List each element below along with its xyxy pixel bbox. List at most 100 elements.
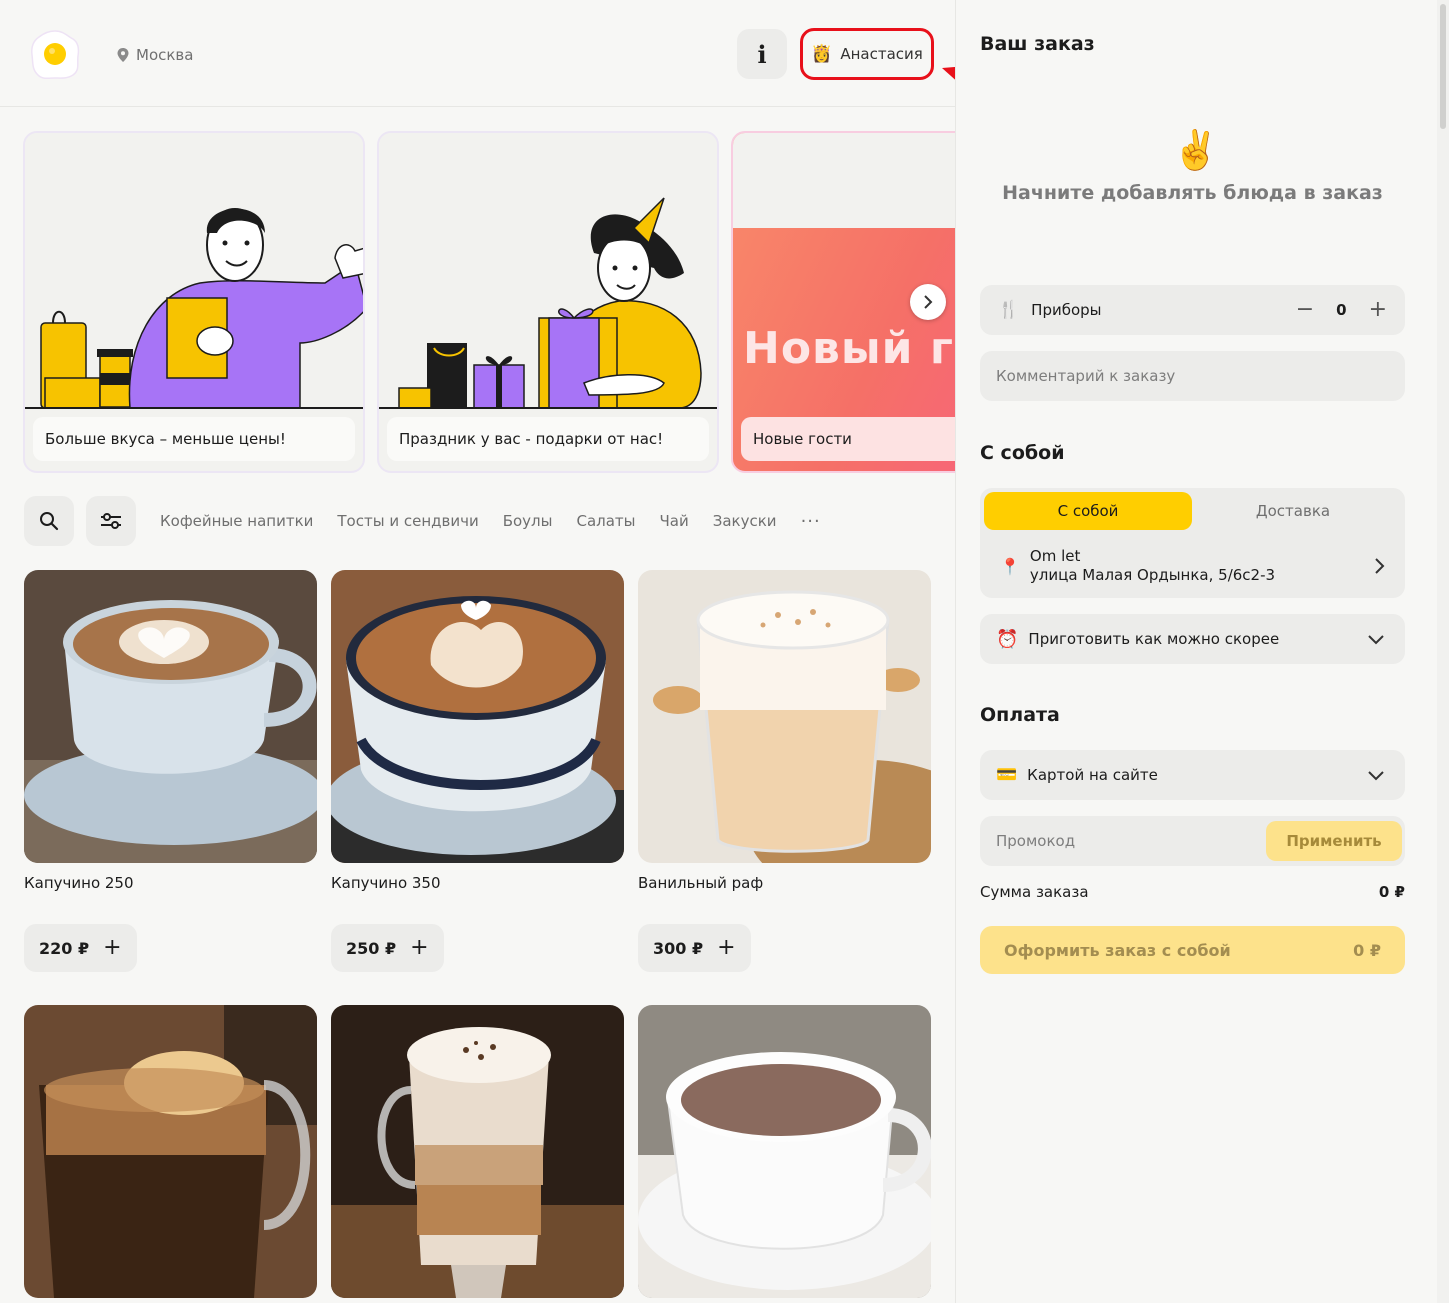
promo-code-row: Промокод Применить <box>980 816 1405 866</box>
cutlery-label: Приборы <box>1031 301 1102 319</box>
credit-card-icon: 💳 <box>996 765 1018 785</box>
add-to-cart-button[interactable]: 220 ₽ + <box>24 924 137 972</box>
product-card[interactable]: Капучино 250 220 ₽ + <box>24 570 317 972</box>
promo-code-input[interactable]: Промокод <box>996 832 1075 850</box>
promo-caption: Новые гости <box>741 417 955 461</box>
product-card[interactable] <box>24 1005 317 1298</box>
tab-delivery[interactable]: Доставка <box>1189 492 1397 530</box>
category-toasts[interactable]: Тосты и сендвичи <box>337 512 478 530</box>
scrollbar-thumb[interactable] <box>1440 4 1446 129</box>
cutlery-minus-button[interactable]: − <box>1296 299 1314 321</box>
fried-egg-logo-icon <box>31 30 80 80</box>
product-image[interactable] <box>331 570 624 863</box>
location-pin-icon <box>117 48 129 62</box>
cutlery-plus-button[interactable]: + <box>1369 299 1387 321</box>
plus-icon: + <box>410 935 429 960</box>
promo-card-1[interactable]: Больше вкуса – меньше цены! <box>23 131 365 473</box>
promo-caption: Праздник у вас - подарки от нас! <box>387 417 709 461</box>
cutlery-stepper: − 0 + <box>1296 299 1387 321</box>
new-year-banner-art-icon <box>733 133 955 228</box>
chevron-down-icon <box>1368 771 1384 781</box>
checkout-button[interactable]: Оформить заказ с собой 0 ₽ <box>980 926 1405 974</box>
delivery-section-title: С собой <box>980 442 1065 464</box>
apply-promo-button[interactable]: Применить <box>1266 821 1402 861</box>
payment-method-label: Картой на сайте <box>1027 766 1158 784</box>
vanilla-raf-glass-image-icon <box>638 570 931 863</box>
search-icon <box>40 512 59 531</box>
plus-icon: + <box>103 935 122 960</box>
pickup-place-name: Om let <box>1029 547 1081 565</box>
victory-hand-icon: ✌️ <box>1172 128 1220 172</box>
promo-banner-text: Новый го <box>743 323 955 374</box>
map-pin-icon: 📍 <box>1000 556 1020 576</box>
cappuccino-cup-image-icon <box>331 570 624 863</box>
scrollbar[interactable] <box>1437 0 1449 1303</box>
cocoa-cup-image-icon <box>638 1005 931 1298</box>
cutlery-row: 🍴 Приборы − 0 + <box>980 285 1405 335</box>
category-salads[interactable]: Салаты <box>576 512 635 530</box>
header: Москва i 👸 Анастасия <box>0 0 955 107</box>
delivery-mode-panel: С собой Доставка 📍 Om let улица Малая Ор… <box>980 488 1405 598</box>
chevron-right-icon <box>924 295 933 309</box>
product-image[interactable] <box>24 570 317 863</box>
crown-avatar-icon: 👸 <box>811 44 833 64</box>
prepare-time-label: Приготовить как можно скорее <box>1028 630 1280 648</box>
category-bowls[interactable]: Боулы <box>503 512 553 530</box>
order-title: Ваш заказ <box>980 33 1095 55</box>
payment-method-select[interactable]: 💳 Картой на сайте <box>980 750 1405 800</box>
filter-button[interactable] <box>86 496 136 546</box>
user-profile-button[interactable]: 👸 Анастасия <box>800 28 934 80</box>
product-image[interactable] <box>638 570 931 863</box>
category-snacks[interactable]: Закуски <box>713 512 777 530</box>
product-image[interactable] <box>331 1005 624 1298</box>
info-button[interactable]: i <box>737 29 787 79</box>
checkout-sum: 0 ₽ <box>1353 940 1381 960</box>
affogato-glass-image-icon <box>24 1005 317 1298</box>
latte-glass-image-icon <box>331 1005 624 1298</box>
cappuccino-cup-image-icon <box>24 570 317 863</box>
product-price: 250 ₽ <box>346 938 397 958</box>
order-total-value: 0 ₽ <box>1378 883 1405 901</box>
pickup-location: Om let улица Малая Ордынка, 5/6с2-3 <box>1030 547 1275 585</box>
product-image[interactable] <box>638 1005 931 1298</box>
add-to-cart-button[interactable]: 300 ₽ + <box>638 924 751 972</box>
alarm-clock-icon: ⏰ <box>996 628 1019 650</box>
product-card[interactable]: Ванильный раф 300 ₽ + <box>638 570 931 972</box>
filter-sliders-icon <box>101 513 121 529</box>
carousel-next-button[interactable] <box>910 284 946 320</box>
product-name: Капучино 350 <box>331 874 441 892</box>
search-button[interactable] <box>24 496 74 546</box>
category-tea[interactable]: Чай <box>660 512 689 530</box>
logo[interactable] <box>28 28 82 82</box>
comment-field[interactable]: Комментарий к заказу <box>980 351 1405 401</box>
more-categories-button[interactable]: ··· <box>801 511 821 532</box>
cutlery-count: 0 <box>1336 301 1347 319</box>
shopping-man-illustration-icon <box>25 133 363 423</box>
promo-caption: Больше вкуса – меньше цены! <box>33 417 355 461</box>
category-bar: Кофейные напитки Тосты и сендвичи Боулы … <box>24 496 944 546</box>
add-to-cart-button[interactable]: 250 ₽ + <box>331 924 444 972</box>
product-card[interactable] <box>638 1005 931 1298</box>
product-card[interactable] <box>331 1005 624 1298</box>
empty-order-text: Начните добавлять блюда в заказ <box>1002 182 1383 204</box>
comment-placeholder: Комментарий к заказу <box>996 367 1176 385</box>
product-card[interactable]: Капучино 350 250 ₽ + <box>331 570 624 972</box>
plus-icon: + <box>717 935 736 960</box>
user-name: Анастасия <box>840 45 923 63</box>
city-selector[interactable]: Москва <box>116 46 193 64</box>
checkout-label: Оформить заказ с собой <box>1004 940 1231 960</box>
tab-takeaway[interactable]: С собой <box>984 492 1192 530</box>
promo-carousel: Больше вкуса – меньше цены! Праздник у в… <box>23 131 955 473</box>
order-total-label: Сумма заказа <box>980 883 1089 901</box>
payment-section-title: Оплата <box>980 704 1060 726</box>
product-price: 300 ₽ <box>653 938 704 958</box>
category-coffee[interactable]: Кофейные напитки <box>160 512 313 530</box>
product-name: Ванильный раф <box>638 874 764 892</box>
pickup-location-selector[interactable]: 📍 Om let улица Малая Ордынка, 5/6с2-3 <box>980 536 1405 596</box>
prepare-time-select[interactable]: ⏰ Приготовить как можно скорее <box>980 614 1405 664</box>
chevron-right-icon <box>1375 558 1385 574</box>
product-price: 220 ₽ <box>39 938 90 958</box>
promo-card-2[interactable]: Праздник у вас - подарки от нас! <box>377 131 719 473</box>
product-image[interactable] <box>24 1005 317 1298</box>
party-girl-gifts-illustration-icon <box>379 133 717 423</box>
